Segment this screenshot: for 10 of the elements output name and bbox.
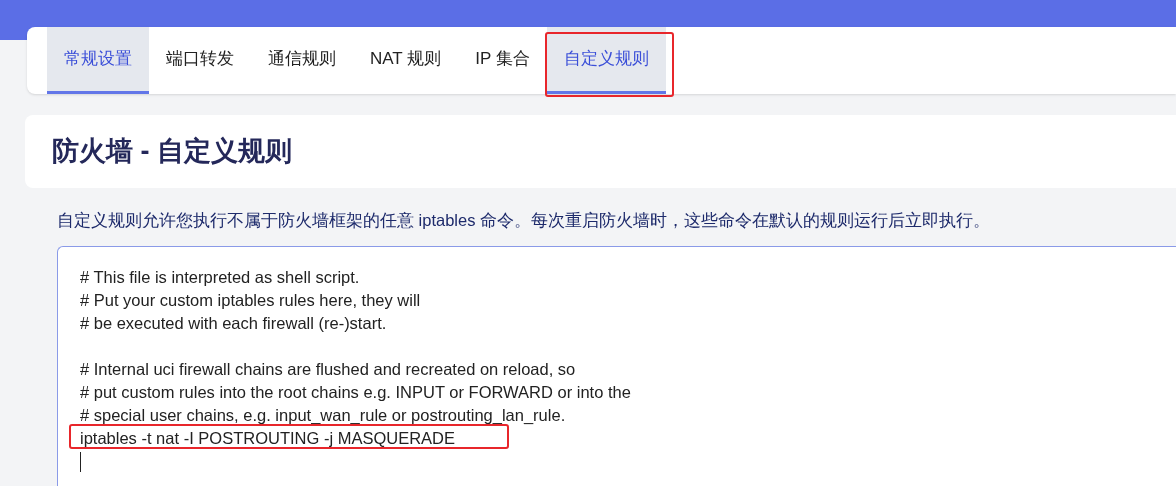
tab[interactable]: IP 集合 [458, 27, 547, 94]
tab[interactable]: 端口转发 [149, 27, 251, 94]
tab[interactable]: 常规设置 [47, 27, 149, 94]
description: 自定义规则允许您执行不属于防火墙框架的任意 iptables 命令。每次重启防火墙时，这些命令在默认的规则运行后立即执行。 [57, 210, 992, 231]
page-title: 防火墙 - 自定义规则 [52, 135, 292, 169]
code-editor[interactable]: # This file is interpreted as shell script. # Put your custom iptables rules here, they will # be executed with each firewall (re-)start. # Internal uci firewall chains are flushed and recreated on reload, so # put custom rules into the root chains e.g. INPUT or FORWARD or into the # special user chains, e.g. input_wan_rule or postrouting_lan_rule. iptables -t nat -I POSTROUTING -j MASQUERADE [57, 245, 1176, 486]
text-cursor-icon [80, 451, 81, 472]
tab[interactable]: NAT 规则 [353, 27, 459, 94]
tab[interactable]: 自定义规则 [546, 27, 666, 94]
tab[interactable]: 通信规则 [251, 27, 353, 94]
